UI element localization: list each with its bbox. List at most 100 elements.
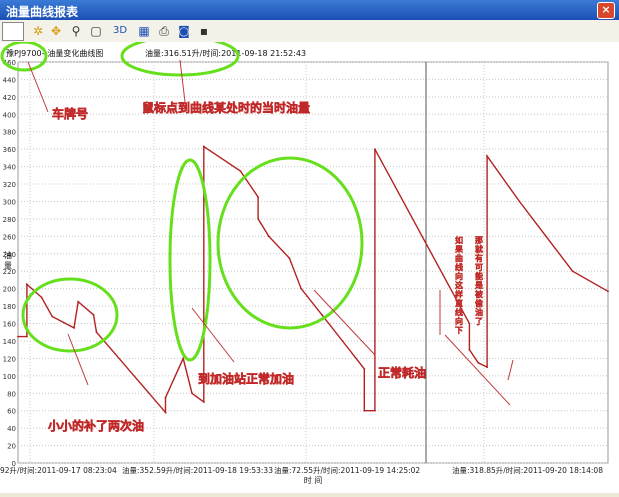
chart-title: 豫PJ9700--油量变化曲线图 — [6, 48, 103, 58]
data-point — [17, 335, 19, 338]
data-point — [477, 361, 480, 364]
data-point — [95, 331, 98, 334]
annotation-cursor: 鼠标点到曲线某处时的当时油量 — [142, 100, 310, 115]
annotation-theft-b: 油 — [475, 307, 483, 317]
y-tick-label: 320 — [3, 181, 16, 189]
y-tick-label: 80 — [7, 390, 16, 398]
annotation-theft-a: 向 — [455, 316, 463, 326]
annotation-theft-a: 曲 — [455, 253, 463, 263]
y-tick-label: 60 — [7, 408, 16, 416]
x-tick-label: 油量:72.55升/时间:2011-09-19 14:25:02 — [274, 465, 420, 475]
print-icon[interactable]: ⎙ — [156, 23, 172, 39]
data-point — [25, 335, 28, 338]
data-point — [239, 170, 242, 172]
save-icon[interactable]: ▪ — [196, 23, 212, 39]
data-point — [202, 145, 205, 148]
plot-frame — [17, 61, 609, 464]
annotation-theft-b: 被 — [475, 289, 483, 299]
data-point — [374, 148, 376, 151]
y-tick-label: 340 — [3, 164, 16, 172]
annotation-station-refuel: 到加油站正常加油 — [198, 371, 294, 386]
cursor-readout: 油量:316.51升/时间:2011-09-18 21:52:43 — [145, 48, 306, 58]
data-point — [363, 367, 366, 370]
y-axis-label-char: 量 — [4, 261, 12, 270]
data-point — [73, 326, 75, 329]
move-icon[interactable]: ✥ — [48, 23, 64, 39]
annotation-plate: 车牌号 — [52, 106, 88, 121]
window-title: 油量曲线报表 — [6, 5, 79, 19]
data-point — [363, 409, 366, 412]
annotation-theft-a: 如 — [455, 235, 463, 245]
gear-icon[interactable]: ✲ — [30, 23, 46, 39]
annotation-theft-b: 偷 — [475, 298, 483, 308]
data-point — [545, 235, 547, 238]
annotation-theft-a: 线 — [455, 262, 463, 272]
annotation-normal-use: 正常耗油 — [378, 365, 426, 380]
annotation-theft-b: 就 — [475, 244, 483, 254]
x-axis-label: 时 间 — [304, 475, 323, 485]
fuel-chart[interactable]: 0204060801001201401601802002202402602803… — [0, 35, 619, 493]
page-icon[interactable]: ▢ — [88, 23, 104, 39]
data-point — [486, 366, 488, 369]
close-button[interactable]: × — [597, 2, 615, 19]
annotation-theft-b: 那 — [475, 236, 483, 245]
annotation-theft-a: 直 — [455, 298, 463, 308]
data-point — [571, 270, 574, 273]
x-tick-label: 油量:352.59升/时间:2011-09-18 19:53:33 — [122, 465, 273, 475]
data-point — [257, 196, 260, 199]
y-tick-label: 440 — [3, 76, 16, 84]
data-point — [267, 235, 270, 238]
y-tick-label: 180 — [3, 303, 16, 311]
3d-button[interactable]: 3D — [112, 23, 128, 39]
x-tick-label: 92升/时间:2011-09-17 08:23:04 — [0, 465, 117, 475]
annotation-theft-a: 果 — [454, 245, 463, 254]
data-point — [164, 411, 167, 414]
series-select[interactable] — [2, 22, 24, 41]
y-tick-label: 260 — [3, 233, 16, 241]
data-point — [164, 396, 167, 399]
annotation-theft-b: 有 — [475, 253, 483, 263]
data-point — [25, 283, 28, 286]
y-tick-label: 280 — [3, 216, 16, 224]
x-tick-label: 油量:318.85升/时间:2011-09-20 18:14:08 — [452, 465, 603, 475]
data-point — [92, 313, 95, 316]
y-tick-label: 420 — [3, 94, 16, 102]
annotation-theft-a: 这 — [455, 280, 463, 290]
annotation-theft-a: 下 — [455, 326, 463, 335]
y-tick-label: 20 — [7, 443, 16, 451]
annotation-theft-a: 线 — [455, 307, 463, 317]
data-point — [374, 409, 376, 412]
data-point — [288, 257, 291, 260]
annotation-theft-b: 能 — [475, 271, 483, 281]
data-point — [468, 322, 471, 325]
data-point — [518, 200, 521, 203]
y-axis-label-char: 油 — [4, 250, 12, 260]
data-point — [300, 287, 303, 290]
data-point — [607, 290, 609, 293]
y-tick-label: 380 — [3, 129, 16, 137]
y-tick-label: 120 — [3, 355, 16, 363]
y-tick-label: 200 — [3, 286, 16, 294]
chart-area: 0 20 40 60 80 100 120 140 160 180 200 220 240 260 280 3… — [0, 35, 619, 493]
annotation-theft-b: 了 — [475, 317, 483, 326]
chart-edit-icon[interactable]: ▦ — [136, 23, 152, 39]
data-point — [77, 300, 80, 303]
zoom-icon[interactable]: ⚲ — [68, 23, 84, 39]
toolbar: ✲ ✥ ⚲ ▢ 3D ▦ ⎙ ◙ ▪ — [0, 20, 619, 43]
y-tick-label: 160 — [3, 321, 16, 329]
data-point — [191, 392, 193, 395]
export-icon[interactable]: ◙ — [176, 23, 192, 39]
annotation-theft-a: 向 — [455, 271, 463, 281]
data-point — [202, 401, 205, 403]
annotation-theft-b: 是 — [474, 280, 483, 290]
data-point — [486, 155, 488, 158]
data-point — [257, 218, 260, 220]
annotation-theft-a: 样 — [455, 289, 463, 299]
y-tick-label: 300 — [3, 198, 16, 206]
y-tick-label: 100 — [3, 373, 16, 381]
data-point — [320, 313, 323, 316]
data-point — [341, 340, 344, 342]
title-bar: 油量曲线报表 × — [0, 0, 619, 20]
y-tick-label: 360 — [3, 146, 16, 154]
annotation-theft-b: 可 — [475, 263, 483, 272]
